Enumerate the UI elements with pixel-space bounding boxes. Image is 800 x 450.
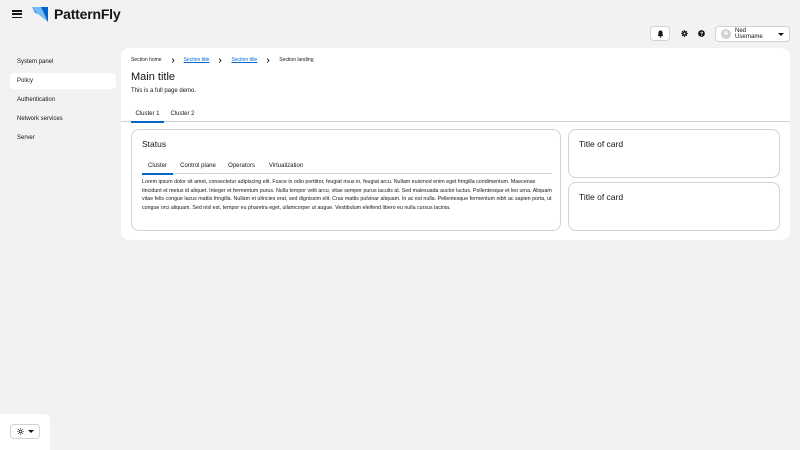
status-tabs: Cluster Control plane Operators Virtuali… xyxy=(142,157,552,175)
masthead: PatternFly Ned Username xyxy=(0,0,800,48)
nav-item-network-services[interactable]: Network services xyxy=(10,111,116,127)
tab-operators[interactable]: Operators xyxy=(225,157,258,174)
theme-toggle-button[interactable] xyxy=(10,424,40,439)
brand-name: PatternFly xyxy=(54,6,121,22)
breadcrumb-section-landing: Section landing xyxy=(279,57,314,63)
nav-item-system-panel[interactable]: System panel xyxy=(10,54,116,70)
question-circle-icon xyxy=(697,30,705,37)
notifications-button[interactable] xyxy=(650,26,670,41)
settings-button[interactable] xyxy=(677,26,691,41)
gear-icon xyxy=(680,30,688,37)
user-menu-toggle[interactable]: Ned Username xyxy=(715,26,790,42)
breadcrumb-section-title-2[interactable]: Section title xyxy=(231,57,257,63)
chevron-right-icon xyxy=(219,57,222,63)
tab-control-plane[interactable]: Control plane xyxy=(177,157,219,174)
nav-item-authentication[interactable]: Authentication xyxy=(10,92,116,108)
chevron-right-icon xyxy=(171,57,175,63)
card-title: Title of card xyxy=(579,192,624,202)
nav-item-policy[interactable]: Policy xyxy=(10,73,116,89)
sun-icon xyxy=(16,428,24,435)
tab-cluster-1[interactable]: Cluster 1 xyxy=(131,105,164,123)
card-2: Title of card xyxy=(568,182,780,231)
breadcrumb-home[interactable]: Section home xyxy=(131,57,162,63)
hamburger-menu-icon[interactable] xyxy=(12,8,24,20)
status-body-text: Lorem ipsum dolor sit amet, consectetur … xyxy=(142,179,552,211)
page-title: Main title xyxy=(131,71,176,83)
status-card: Status Cluster Control plane Operators V… xyxy=(131,129,561,231)
patternfly-logo-icon xyxy=(32,7,48,22)
logo[interactable]: PatternFly xyxy=(32,5,121,23)
card-title: Title of card xyxy=(579,139,624,149)
chevron-right-icon xyxy=(267,57,270,63)
status-card-title: Status xyxy=(142,139,167,149)
help-button[interactable] xyxy=(694,26,708,41)
caret-down-icon xyxy=(27,430,34,433)
breadcrumb: Section home Section title Section title… xyxy=(131,57,314,63)
sidebar-nav: System panel Policy Authentication Netwo… xyxy=(0,54,120,149)
bell-icon xyxy=(657,30,663,38)
tab-cluster[interactable]: Cluster xyxy=(142,157,173,175)
tab-cluster-2[interactable]: Cluster 2 xyxy=(166,105,199,122)
caret-down-icon xyxy=(778,32,784,36)
breadcrumb-section-title-1[interactable]: Section title xyxy=(184,57,210,63)
user-name: Ned Username xyxy=(735,28,763,40)
nav-item-server[interactable]: Server xyxy=(10,130,116,146)
avatar xyxy=(721,29,731,39)
theme-switcher-panel xyxy=(0,414,50,450)
tab-virtualization[interactable]: Virtualization xyxy=(265,157,307,174)
page-description: This is a full page demo. xyxy=(131,88,197,94)
card-1: Title of card xyxy=(568,129,780,178)
main-panel: Section home Section title Section title… xyxy=(121,48,790,240)
cluster-tabs: Cluster 1 Cluster 2 xyxy=(121,105,790,123)
